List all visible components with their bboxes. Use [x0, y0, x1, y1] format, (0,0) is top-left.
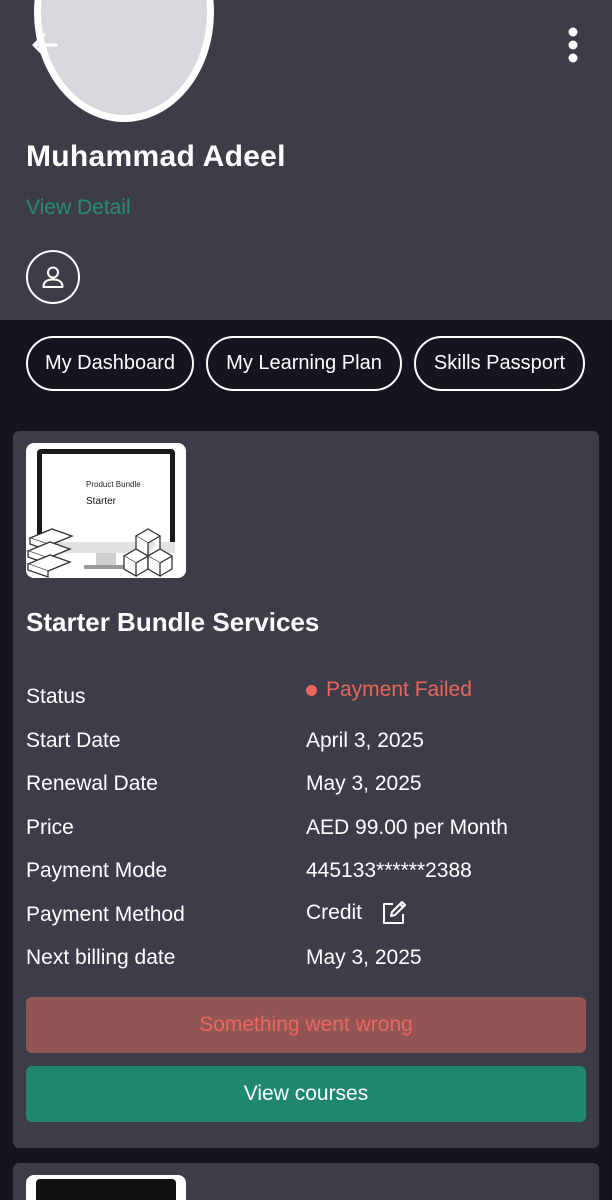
user-icon: [42, 266, 64, 288]
bundle-thumbnail: Product Bundle Starter: [26, 443, 186, 578]
status-label: Status: [26, 685, 86, 708]
edit-payment-method-button[interactable]: [380, 899, 408, 927]
status-text: Payment Failed: [326, 678, 472, 701]
payment-method-label: Payment Method: [26, 903, 185, 926]
payment-mode-label: Payment Mode: [26, 859, 168, 882]
status-value: Payment Failed: [306, 678, 472, 702]
price-label: Price: [26, 816, 74, 839]
renewal-date-label: Renewal Date: [26, 772, 158, 795]
back-button[interactable]: [24, 24, 66, 66]
next-billing-value: May 3, 2025: [306, 946, 422, 969]
payment-mode-value: 445133******2388: [306, 859, 472, 882]
next-billing-label: Next billing date: [26, 946, 176, 969]
arrow-left-icon: [32, 33, 58, 57]
start-date-value: April 3, 2025: [306, 729, 424, 752]
computer-illustration-2: [36, 1179, 176, 1200]
payment-method-value: Credit: [306, 899, 408, 927]
profile-name: Muhammad Adeel: [26, 140, 286, 173]
thumbnail-title: Starter: [86, 496, 117, 507]
start-date-label: Start Date: [26, 729, 121, 752]
bundle-card-2: [13, 1163, 599, 1200]
chip-my-dashboard[interactable]: My Dashboard: [26, 336, 194, 391]
chip-my-learning-plan[interactable]: My Learning Plan: [206, 336, 402, 391]
chip-skills-passport[interactable]: Skills Passport: [414, 336, 585, 391]
view-courses-button[interactable]: View courses: [26, 1066, 586, 1122]
bundle-card: Product Bundle Starter Starter Bundle Se…: [13, 431, 599, 1148]
computer-illustration: [26, 449, 175, 578]
thumbnail-caption: Product Bundle: [86, 480, 141, 489]
view-detail-link[interactable]: View Detail: [26, 196, 131, 220]
more-vertical-icon: [568, 27, 578, 63]
status-dot-icon: [306, 684, 317, 696]
price-value: AED 99.00 per Month: [306, 816, 508, 839]
profile-header: Muhammad Adeel View Detail: [0, 0, 612, 320]
nav-chips: My Dashboard My Learning Plan Skills Pas…: [0, 336, 612, 392]
user-profile-button[interactable]: [26, 250, 80, 304]
bundle-thumbnail-2: [26, 1175, 186, 1200]
renewal-date-value: May 3, 2025: [306, 772, 422, 795]
payment-method-text: Credit: [306, 901, 363, 924]
bundle-title: Starter Bundle Services: [26, 607, 320, 637]
error-button[interactable]: Something went wrong: [26, 997, 586, 1053]
edit-icon: [383, 901, 407, 924]
more-options-button[interactable]: [552, 24, 594, 66]
